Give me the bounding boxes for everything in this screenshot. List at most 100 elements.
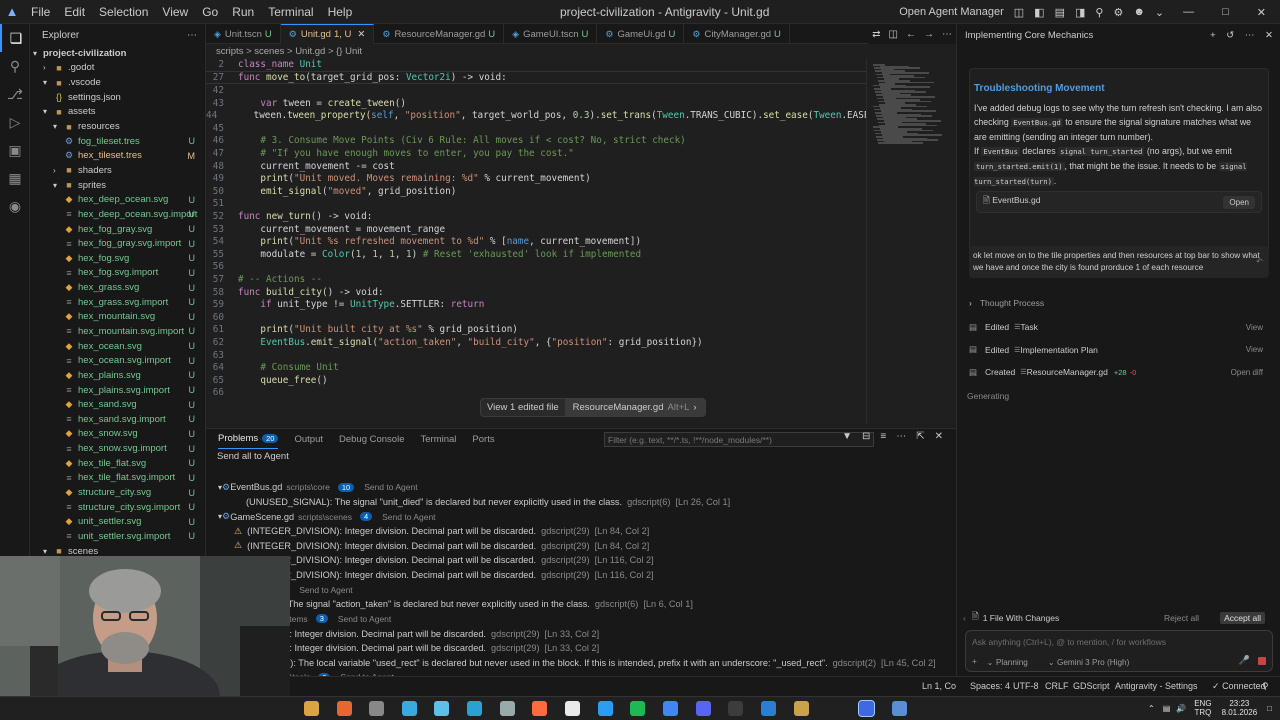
undo-icon[interactable]: ↶ (1256, 256, 1263, 268)
breadcrumb[interactable]: scripts > scenes > Unit.gd > {} Unit (206, 44, 956, 58)
search-view-icon[interactable]: ⚲ (0, 52, 30, 80)
file-item[interactable]: ⚙ hex_tileset.tres M (30, 148, 205, 163)
folder-item[interactable]: ▾ ■ sprites (30, 178, 205, 193)
taskbar-telegram-icon[interactable] (467, 701, 482, 716)
taskbar-obs-icon[interactable] (369, 701, 384, 716)
network-icon[interactable]: ▤ (1163, 704, 1171, 713)
action-view-button[interactable]: View (1246, 345, 1263, 354)
chevron-down-icon[interactable]: ⌄ (1150, 6, 1169, 19)
panel-tab-problems[interactable]: Problems 20 (218, 429, 279, 449)
taskbar-discord-icon[interactable] (696, 701, 711, 716)
code-line[interactable]: 47 # "If you have enough moves to enter,… (206, 147, 866, 160)
tray-chevron-up-icon[interactable]: ⌃ (1148, 704, 1155, 713)
code-editor[interactable]: 2 class_name Unit 27 func move_to(target_gr… (206, 58, 956, 424)
code-line[interactable]: 52 func new_turn() -> void: (206, 210, 866, 223)
taskbar-antigravity-icon[interactable] (858, 700, 875, 717)
collapse-all-icon[interactable]: ⊟ (857, 431, 875, 442)
problem-item[interactable]: ⚠(INTEGER_DIVISION): Integer division. D… (234, 568, 654, 583)
compare-icon[interactable]: ⇄ (868, 29, 884, 40)
taskbar-terminal-icon[interactable] (728, 701, 743, 716)
menu-run[interactable]: Run (225, 5, 261, 19)
code-line[interactable]: 64 # Consume Unit (206, 361, 866, 374)
problem-item[interactable]: ⚠(INTEGER_DIVISION): Integer division. D… (234, 524, 649, 539)
file-item[interactable]: ≡ hex_ocean.svg.import U (30, 353, 205, 368)
file-item[interactable]: ◆ hex_ocean.svg U (30, 339, 205, 354)
menu-help[interactable]: Help (321, 5, 360, 19)
taskbar-notepad-icon[interactable] (565, 701, 580, 716)
taskbar-app-icon[interactable] (794, 701, 809, 716)
code-line[interactable]: 48 current_movement -= cost (206, 160, 866, 173)
problem-item[interactable]: ⚠(INTEGER_DIVISION): Integer division. D… (234, 553, 654, 568)
more-actions-icon[interactable]: ⋯ (938, 29, 956, 40)
maximize-panel-icon[interactable]: ⇱ (911, 431, 929, 442)
folder-item[interactable]: ▾ ■ scenes (30, 544, 205, 556)
action-target-link[interactable]: Implementation Plan (1020, 345, 1098, 355)
file-item[interactable]: ≡ hex_sand.svg.import U (30, 412, 205, 427)
connection-status[interactable]: ✓ Connected (1212, 681, 1266, 692)
more-actions-icon[interactable]: ⋯ (187, 30, 197, 41)
file-item[interactable]: ◆ hex_mountain.svg U (30, 310, 205, 325)
notifications-bell-icon[interactable]: ⚲ (1262, 681, 1269, 692)
file-item[interactable]: ◆ unit_settler.svg U (30, 515, 205, 530)
tab-resourcemanager-gd[interactable]: ⚙ ResourceManager.gd U (374, 24, 505, 44)
chat-input[interactable] (972, 635, 1262, 649)
file-item[interactable]: ◆ hex_fog.svg U (30, 251, 205, 266)
thought-process-toggle[interactable]: › Thought Process (969, 296, 1271, 310)
taskbar-app-icon[interactable] (402, 701, 417, 716)
menu-go[interactable]: Go (195, 5, 225, 19)
accept-all-button[interactable]: Accept all (1220, 612, 1265, 624)
folder-item[interactable]: › ■ .godot (30, 61, 205, 76)
file-item[interactable]: ◆ hex_tile_flat.svg U (30, 456, 205, 471)
antigravity-settings[interactable]: Antigravity - Settings (1115, 681, 1198, 691)
problem-item[interactable]: ⚠(INTEGER_DIVISION): Integer division. D… (234, 539, 649, 554)
menu-terminal[interactable]: Terminal (261, 5, 320, 19)
code-line[interactable]: 60 (206, 311, 866, 324)
microphone-icon[interactable]: 🎤 (1239, 655, 1250, 666)
tab-gameui-gd[interactable]: ⚙ GameUi.gd U (597, 24, 685, 44)
menu-view[interactable]: View (155, 5, 195, 19)
code-line[interactable]: 61 print("Unit built city at %s" % grid_… (206, 324, 866, 337)
indentation[interactable]: Spaces: 4 (970, 681, 1010, 691)
folder-item[interactable]: › ■ shaders (30, 163, 205, 178)
code-line[interactable]: 55 modulate = Color(1, 1, 1, 1) # Reset … (206, 248, 866, 261)
code-line[interactable]: 56 (206, 261, 866, 274)
file-item[interactable]: ≡ unit_settler.svg.import U (30, 529, 205, 544)
taskbar-file-explorer-icon[interactable] (304, 701, 319, 716)
file-item[interactable]: ≡ structure_city.svg.import U (30, 500, 205, 515)
code-line[interactable]: 43 var tween = create_tween() (206, 97, 866, 110)
chevron-left-icon[interactable]: ‹ (963, 613, 966, 623)
file-item[interactable]: ◆ hex_sand.svg U (30, 397, 205, 412)
folder-item[interactable]: ▾ ■ .vscode (30, 75, 205, 90)
folder-item[interactable]: ▾ ■ resources (30, 119, 205, 134)
run-debug-icon[interactable]: ▷ (0, 108, 30, 136)
problem-item[interactable]: VARIABLE): The local variable "used_rect… (246, 656, 936, 671)
code-line[interactable]: 44 tween.tween_property(self, "position"… (206, 109, 897, 122)
close-window-button[interactable]: ✕ (1243, 6, 1280, 19)
code-line[interactable]: 2 class_name Unit (206, 59, 866, 72)
menu-file[interactable]: File (24, 5, 57, 19)
file-item[interactable]: ◆ hex_grass.svg U (30, 280, 205, 295)
action-target-link[interactable]: ResourceManager.gd (1027, 367, 1108, 377)
history-icon[interactable]: ↺ (1226, 30, 1234, 41)
file-item[interactable]: ≡ hex_mountain.svg.import U (30, 324, 205, 339)
clock[interactable]: 23:23 8.01.2026 (1222, 699, 1258, 717)
taskbar-app-icon[interactable] (892, 701, 907, 716)
stop-generation-button[interactable] (1258, 657, 1266, 665)
taskbar-chrome-icon[interactable] (663, 701, 678, 716)
layout-icon[interactable]: ◫ (1009, 6, 1029, 19)
search-icon[interactable]: ⚲ (1090, 6, 1108, 19)
code-line[interactable]: 51 (206, 198, 866, 211)
file-reference[interactable]: 🗎 EventBus.gd Open (976, 191, 1262, 213)
edited-file-button[interactable]: ResourceManager.gd Alt+L › (564, 399, 705, 416)
reject-all-button[interactable]: Reject all (1164, 613, 1199, 623)
tab-unit-gd[interactable]: ⚙ Unit.gd 1, U ✕ (280, 24, 375, 44)
send-to-agent-button[interactable]: Send to Agent (382, 512, 435, 522)
panel-tab-ports[interactable]: Ports (472, 429, 494, 449)
account-icon[interactable]: ☻ (1128, 6, 1150, 18)
explorer-icon[interactable]: ❏ (0, 24, 30, 52)
filter-icon[interactable]: ▼ (837, 431, 857, 442)
code-line[interactable]: 42 (206, 84, 866, 97)
taskbar-app-icon[interactable] (434, 701, 449, 716)
code-line[interactable]: 27 func move_to(target_grid_pos: Vector2i… (206, 71, 866, 85)
code-line[interactable]: 62 EventBus.emit_signal("action_taken", … (206, 336, 866, 349)
